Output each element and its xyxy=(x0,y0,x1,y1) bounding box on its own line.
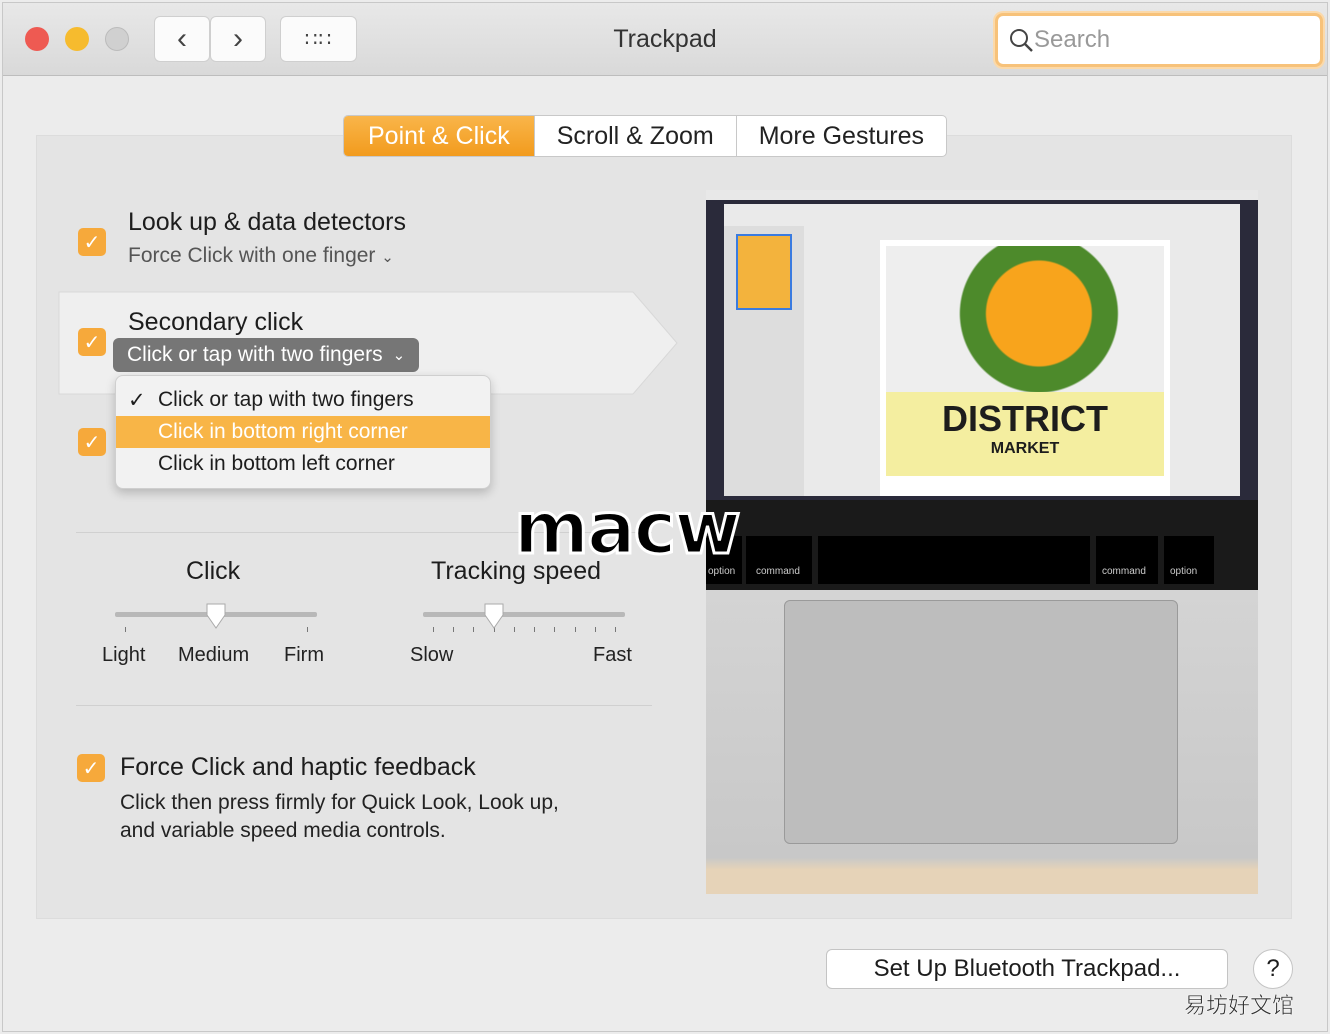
tick xyxy=(594,627,596,632)
lookup-value: Force Click with one finger xyxy=(128,244,376,267)
tracking-slider[interactable] xyxy=(423,612,625,617)
tracking-fast-label: Fast xyxy=(593,644,632,666)
key-option: option xyxy=(1164,536,1214,584)
tick xyxy=(513,627,515,632)
force-click-checkbox[interactable]: ✓ xyxy=(77,754,105,782)
search-icon xyxy=(1010,29,1033,52)
click-firm-label: Firm xyxy=(284,644,324,666)
tick xyxy=(125,627,126,632)
secondary-click-dropdown[interactable]: Click or tap with two fingers ⌄ xyxy=(113,338,420,372)
menu-item-bottom-right[interactable]: Click in bottom right corner xyxy=(116,416,490,448)
poster-title: DISTRICT xyxy=(942,398,1108,439)
tick xyxy=(615,627,616,632)
click-slider-title: Click xyxy=(186,557,241,585)
tick xyxy=(473,627,475,632)
tab-point-click[interactable]: Point & Click xyxy=(344,116,535,156)
tick xyxy=(554,627,556,632)
search-field[interactable]: Search xyxy=(995,13,1323,67)
tick xyxy=(574,627,576,632)
macw-watermark: macw xyxy=(513,485,743,572)
key-command: command xyxy=(1096,536,1158,584)
click-light-label: Light xyxy=(102,644,146,666)
divider xyxy=(76,705,652,706)
tab-scroll-zoom[interactable]: Scroll & Zoom xyxy=(535,116,737,156)
menu-item-bottom-left[interactable]: Click in bottom left corner xyxy=(116,448,490,480)
tick xyxy=(433,627,434,632)
secondary-click-menu: ✓ Click or tap with two fingers Click in … xyxy=(115,375,491,489)
chevron-down-icon: ⌄ xyxy=(381,249,394,266)
lookup-dropdown[interactable]: Force Click with one finger ⌄ xyxy=(128,244,394,268)
trackpad-surface xyxy=(784,600,1178,844)
key-space xyxy=(818,536,1090,584)
secondary-click-value: Click or tap with two fingers xyxy=(127,343,383,366)
laptop-screen: DISTRICT MARKET xyxy=(706,190,1258,500)
poster-subtitle: MARKET xyxy=(990,440,1060,457)
tracking-slow-label: Slow xyxy=(410,644,454,666)
menu-item-label: Click in bottom right corner xyxy=(158,420,408,443)
force-click-description-2: and variable speed media controls. xyxy=(120,819,446,842)
menu-item-label: Click in bottom left corner xyxy=(158,452,395,475)
click-slider-thumb[interactable] xyxy=(205,603,227,629)
search-placeholder: Search xyxy=(1034,26,1111,53)
gesture-preview-image: DISTRICT MARKET option command command o… xyxy=(706,190,1258,894)
tick xyxy=(534,627,536,632)
title-bar: ‹ › ∷∷ Trackpad Search xyxy=(3,3,1327,76)
tab-more-gestures[interactable]: More Gestures xyxy=(737,116,946,156)
checkmark-icon: ✓ xyxy=(128,388,146,412)
secondary-click-label: Secondary click xyxy=(128,308,304,336)
force-click-description-1: Click then press firmly for Quick Look, … xyxy=(120,791,559,814)
chevron-down-icon: ⌄ xyxy=(392,347,406,364)
tick xyxy=(453,627,455,632)
force-click-label: Force Click and haptic feedback xyxy=(120,753,476,781)
key-command: command xyxy=(746,536,812,584)
tab-bar: Point & Click Scroll & Zoom More Gesture… xyxy=(343,115,948,157)
setup-bluetooth-trackpad-button[interactable]: Set Up Bluetooth Trackpad... xyxy=(826,949,1228,989)
tick xyxy=(307,627,308,632)
help-button[interactable]: ? xyxy=(1253,949,1293,989)
tracking-slider-thumb[interactable] xyxy=(483,603,505,629)
secondary-click-checkbox[interactable]: ✓ xyxy=(78,328,106,356)
menu-item-label: Click or tap with two fingers xyxy=(158,388,414,411)
lookup-checkbox[interactable]: ✓ xyxy=(78,228,106,256)
click-medium-label: Medium xyxy=(178,644,250,666)
site-watermark: 易坊好文馆 xyxy=(1184,993,1295,1019)
tap-to-click-checkbox[interactable]: ✓ xyxy=(78,428,106,456)
keyboard: option command command option xyxy=(706,500,1258,590)
lookup-label: Look up & data detectors xyxy=(128,208,406,236)
menu-item-two-fingers[interactable]: ✓ Click or tap with two fingers xyxy=(116,384,490,416)
